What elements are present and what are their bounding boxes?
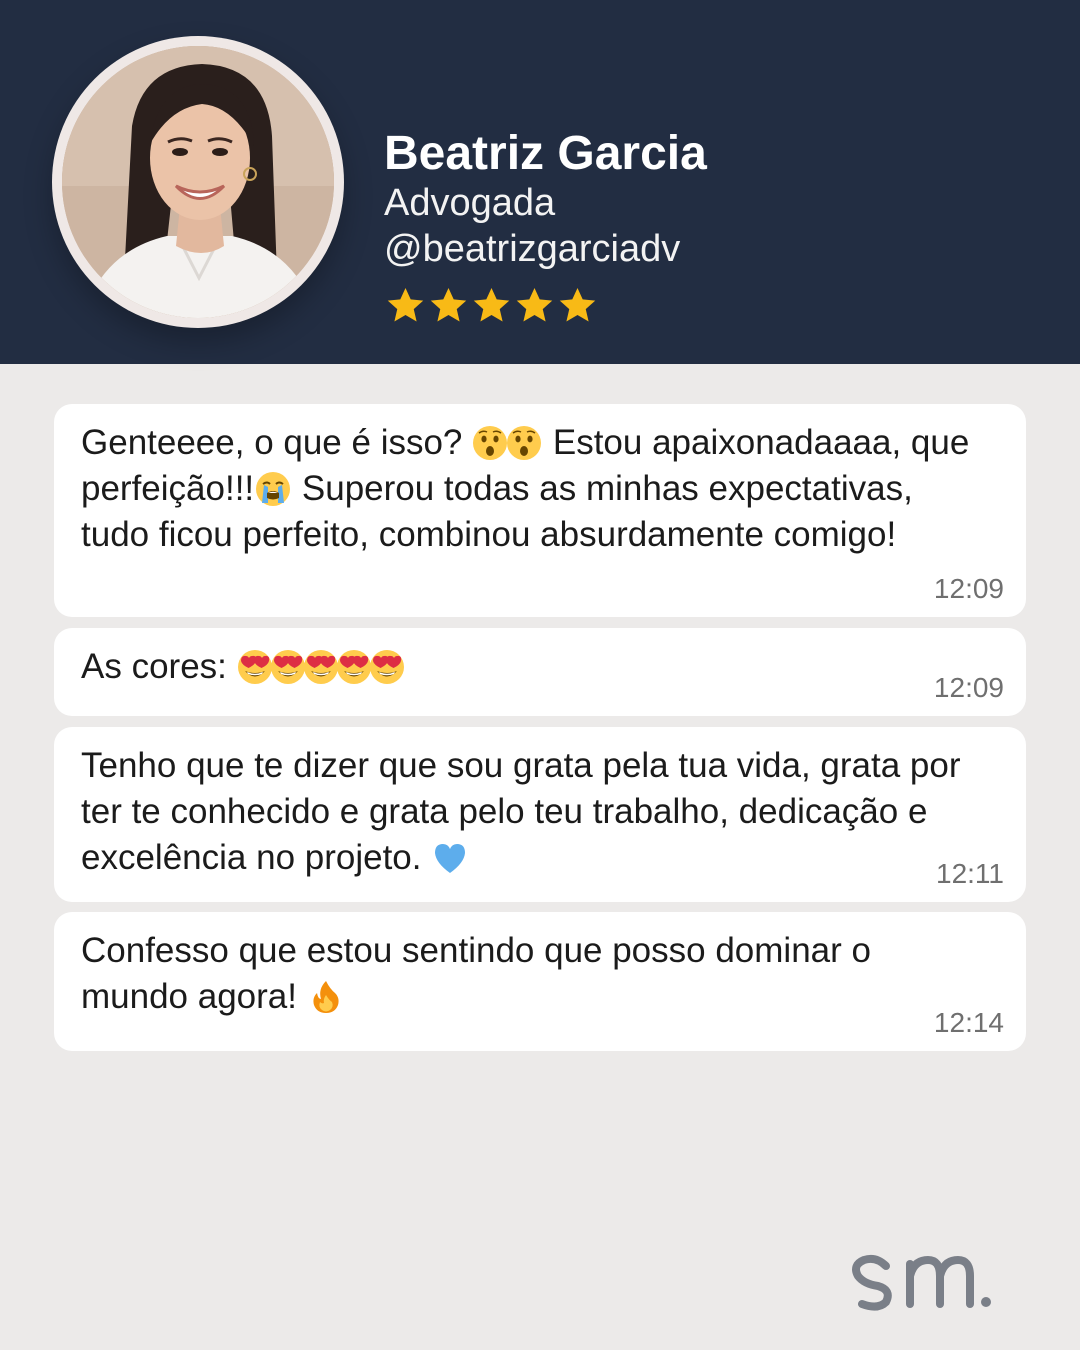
star-icon: [427, 284, 470, 336]
message-text-part: Tenho que te dizer que sou grata pela tu…: [81, 746, 961, 877]
message-text: Genteeee, o que é isso? Estou apaixonada…: [81, 420, 981, 558]
message-bubble[interactable]: As cores: 12:09: [54, 628, 1026, 716]
message-time: 12:11: [936, 858, 1004, 889]
brand-logo: [840, 1240, 1000, 1320]
blue-heart-icon: [432, 840, 468, 876]
message-text-part: Confesso que estou sentindo que posso do…: [81, 931, 871, 1016]
fire-icon: [308, 979, 344, 1015]
astonished-face-icon: [506, 425, 542, 461]
star-icon: [513, 284, 556, 336]
profile-role: Advogada: [384, 182, 556, 224]
avatar[interactable]: [52, 36, 344, 328]
profile-header: Beatriz Garcia Advogada @beatrizgarciadv: [0, 0, 1080, 364]
heart-eyes-face-icon: [369, 649, 405, 685]
star-icon: [384, 284, 427, 336]
rating-stars: [384, 284, 599, 336]
message-text: Confesso que estou sentindo que posso do…: [81, 928, 981, 1020]
avatar-photo: [62, 46, 334, 318]
profile-name: Beatriz Garcia: [384, 127, 707, 180]
heart-eyes-face-icon: [237, 649, 273, 685]
profile-handle[interactable]: @beatrizgarciadv: [384, 226, 680, 272]
brand-logo-icon: [852, 1254, 991, 1311]
heart-eyes-face-icon: [336, 649, 372, 685]
message-bubble[interactable]: Confesso que estou sentindo que posso do…: [54, 912, 1026, 1051]
star-icon: [470, 284, 513, 336]
heart-eyes-face-icon: [270, 649, 306, 685]
message-bubble[interactable]: Genteeee, o que é isso? Estou apaixonada…: [54, 404, 1026, 617]
message-time: 12:14: [933, 1007, 1004, 1038]
message-text-part: As cores:: [81, 647, 237, 686]
message-time: 12:09: [933, 672, 1004, 703]
heart-eyes-face-icon: [303, 649, 339, 685]
astonished-face-icon: [472, 425, 508, 461]
message-bubble[interactable]: Tenho que te dizer que sou grata pela tu…: [54, 727, 1026, 902]
loudly-crying-face-icon: [255, 471, 291, 507]
message-text: Tenho que te dizer que sou grata pela tu…: [81, 743, 981, 881]
message-text-part: Genteeee, o que é isso?: [81, 423, 473, 462]
star-icon: [556, 284, 599, 336]
message-time: 12:09: [933, 573, 1004, 604]
message-text: As cores:: [81, 644, 981, 690]
